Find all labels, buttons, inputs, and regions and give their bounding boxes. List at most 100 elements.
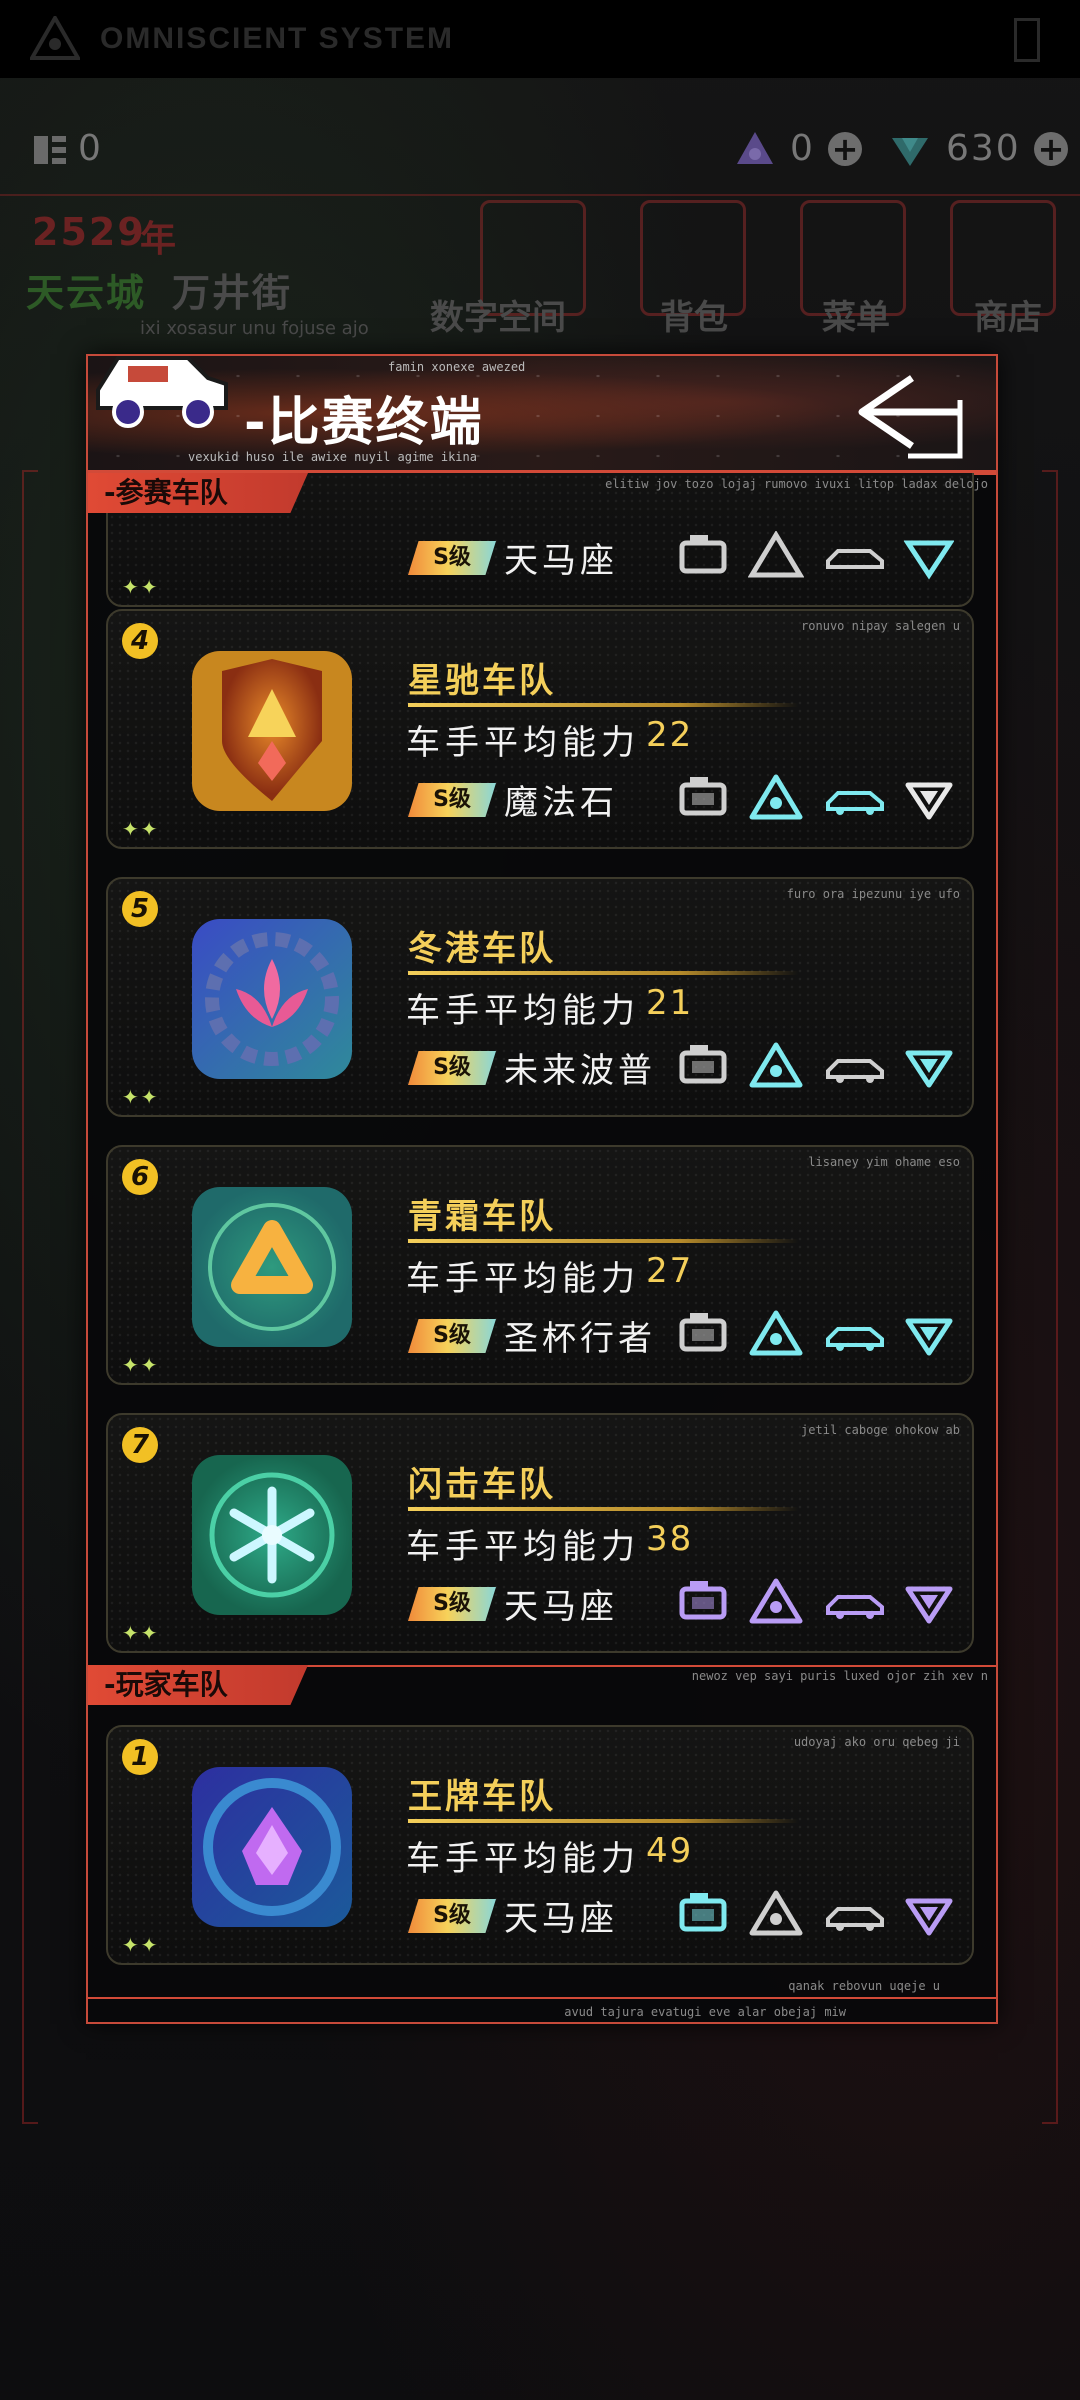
resource-bar: 0 0 + 630 +	[0, 120, 1080, 180]
footer-tip-2: avud tajura evatugi eve alar obejaj miw	[564, 2005, 846, 2019]
team-emblem-icon	[192, 1455, 352, 1615]
header-deco-top: famin xonexe awezed	[388, 360, 526, 374]
footer-tip-1: qanak rebovun uqeje u	[788, 1979, 940, 1993]
bg-divider	[0, 194, 1080, 196]
bg-frame-right	[1042, 470, 1058, 2124]
wheel-icon	[749, 1310, 803, 1356]
card-deco-text: ronuvo nipay salegen u	[801, 619, 960, 633]
gem-part-icon	[904, 540, 954, 580]
team-card[interactable]: 5 furo ora ipezunu iye ufo 冬港车队 车手平均能力 2…	[106, 877, 974, 1117]
grade-badge: S级	[408, 1587, 496, 1621]
car-icon	[826, 549, 884, 569]
world-year-unit: 年	[140, 219, 177, 260]
team-name: 冬港车队	[408, 929, 556, 969]
team-emblem-icon	[192, 919, 352, 1079]
driver-name: 天马座	[504, 1587, 618, 1627]
bg-nav-bag-label: 背包	[660, 298, 728, 338]
gem-part-icon	[905, 1586, 953, 1624]
add-crystal-button[interactable]: +	[828, 132, 862, 166]
world-year: 2529	[32, 210, 146, 254]
rank-badge: 1	[122, 1739, 158, 1775]
driver-name: 未来波普	[504, 1051, 656, 1091]
add-gem-button[interactable]: +	[1034, 132, 1068, 166]
car-icon	[826, 1059, 884, 1083]
team-name: 王牌车队	[408, 1777, 556, 1817]
car-icon	[826, 791, 884, 815]
section-participating-tip: elitiw jov tozo lojaj rumovo ivuxi litop…	[605, 477, 988, 491]
wheel-icon	[749, 1890, 803, 1936]
back-button[interactable]	[842, 370, 972, 460]
card-deco-text: jetil caboge ohokow ab	[801, 1423, 960, 1437]
crystal-icon	[737, 132, 773, 164]
sparkle-deco: ✦✦	[122, 575, 160, 599]
chip-icon	[34, 136, 66, 164]
rank-badge: 4	[122, 623, 158, 659]
engine-icon	[679, 1893, 727, 1932]
car-icon	[826, 1907, 884, 1931]
section-player-tag: -玩家车队	[88, 1665, 308, 1705]
engine-icon	[679, 1581, 727, 1620]
gem-count: 630	[946, 128, 1021, 169]
gem-part-icon	[905, 782, 953, 820]
gem-icon	[892, 138, 928, 166]
team-name-underline	[408, 971, 798, 975]
ability-label: 车手平均能力	[406, 1527, 640, 1567]
team-card[interactable]: 4 ronuvo nipay salegen u 星驰车队 车手平均能力 22 …	[106, 609, 974, 849]
battery-icon	[1014, 18, 1040, 62]
grade-badge: S级	[408, 1899, 496, 1933]
world-city: 天云城	[26, 271, 147, 315]
car-icon	[826, 1595, 884, 1619]
gem-part-icon	[905, 1050, 953, 1088]
engine-icon	[679, 1313, 727, 1352]
section-player-tip: newoz vep sayi puris luxed ojor zih xev …	[691, 1669, 988, 1683]
wheel-icon	[749, 1042, 803, 1088]
gem-part-icon	[905, 1898, 953, 1936]
wheel-icon	[748, 531, 804, 578]
engine-icon	[679, 777, 727, 816]
team-list[interactable]: S级 天马座 ✦✦ -参赛车队 elitiw jov tozo lojaj ru…	[88, 473, 996, 2022]
chip-count: 0	[78, 128, 101, 169]
card-deco-text: furo ora ipezunu iye ufo	[786, 887, 960, 901]
driver-name: 圣杯行者	[504, 1319, 656, 1359]
world-street: 万井街	[172, 271, 293, 315]
ability-value: 38	[646, 1519, 694, 1559]
list-bottom-line	[88, 1997, 996, 1999]
card-deco-text: udoyaj ako oru qebeg ji	[793, 1735, 960, 1749]
team-name: 星驰车队	[408, 661, 556, 701]
driver-name: 天马座	[504, 1899, 618, 1939]
ability-value: 22	[646, 715, 694, 755]
system-name: OMNISCIENT SYSTEM	[100, 22, 455, 55]
ability-label: 车手平均能力	[406, 1259, 640, 1299]
ability-value: 27	[646, 1251, 694, 1291]
team-card[interactable]: 7 jetil caboge ohokow ab 闪击车队 车手平均能力 38 …	[106, 1413, 974, 1653]
engine-icon	[679, 1045, 727, 1084]
team-emblem-icon	[192, 651, 352, 811]
driver-name: 魔法石	[504, 783, 618, 823]
dialog-title: -比赛终端	[244, 393, 484, 453]
grade-badge: S级	[408, 1051, 496, 1085]
rank-badge: 7	[122, 1427, 158, 1463]
team-name-underline	[408, 1819, 798, 1823]
race-terminal-dialog: famin xonexe awezed -比赛终端 vexukid huso i…	[86, 354, 998, 2024]
crystal-count: 0	[790, 128, 813, 169]
driver-name: 天马座	[504, 541, 618, 581]
dialog-header: famin xonexe awezed -比赛终端 vexukid huso i…	[88, 356, 996, 473]
team-name-underline	[408, 1239, 798, 1243]
team-card[interactable]: 6 lisaney yim ohame eso 青霜车队 车手平均能力 27 S…	[106, 1145, 974, 1385]
bg-nav-digital-space-label: 数字空间	[430, 298, 566, 338]
grade-badge: S级	[408, 1319, 496, 1353]
team-card[interactable]: 1 udoyaj ako oru qebeg ji 王牌车队 车手平均能力 49…	[106, 1725, 974, 1965]
team-name: 青霜车队	[408, 1197, 556, 1237]
bg-frame-left	[22, 470, 38, 2124]
wheel-icon	[749, 774, 803, 820]
engine-icon	[679, 535, 727, 574]
grade-badge: S级	[408, 783, 496, 817]
header-deco-bottom: vexukid huso ile awixe nuyil agime ikina	[188, 450, 477, 464]
bg-tip-text: ixi xosasur unu fojuse ajo	[140, 318, 369, 339]
team-name-underline	[408, 1507, 798, 1511]
bg-nav-menu-label: 菜单	[822, 298, 890, 338]
rank-badge: 5	[122, 891, 158, 927]
race-car-icon	[96, 356, 228, 428]
gem-part-icon	[905, 1318, 953, 1356]
ability-value: 21	[646, 983, 694, 1023]
